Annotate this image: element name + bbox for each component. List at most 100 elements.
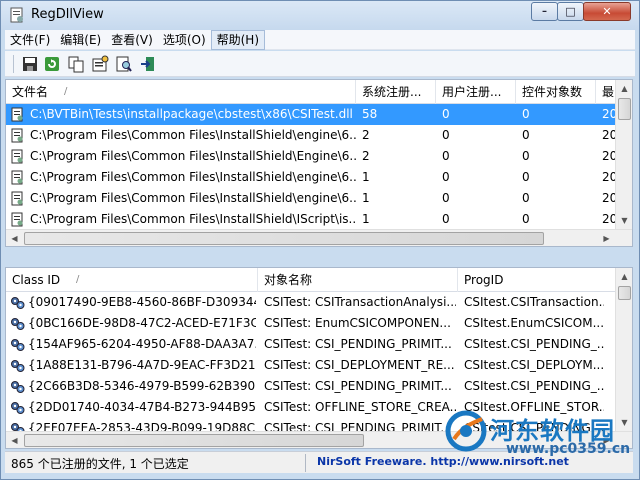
file-cell-last: 20 xyxy=(602,149,616,163)
scroll-down-icon[interactable]: ▼ xyxy=(616,212,632,229)
copy-icon[interactable] xyxy=(67,55,85,73)
scroll-thumb[interactable] xyxy=(24,434,364,447)
object-cell-clsid: {2DD01740-4034-47B4-B273-944B95... xyxy=(28,400,256,414)
dll-file-icon xyxy=(10,128,25,143)
menu-file[interactable]: 文件(F) xyxy=(5,31,55,49)
object-cell-progid: CSItest.CSITransaction... xyxy=(464,295,604,309)
file-cell-file: C:\Program Files\Common Files\InstallShi… xyxy=(30,212,356,226)
scroll-left-icon[interactable]: ◀ xyxy=(6,230,23,246)
file-cell-sys: 1 xyxy=(362,191,370,205)
file-cell-ctrl: 0 xyxy=(522,170,530,184)
com-object-icon xyxy=(10,337,25,352)
file-row[interactable]: C:\Program Files\Common Files\InstallShi… xyxy=(6,125,616,146)
file-cell-ctrl: 0 xyxy=(522,191,530,205)
object-cell-clsid: {0BC166DE-98D8-47C2-ACED-E71F3C... xyxy=(28,316,256,330)
close-button[interactable]: ✕ xyxy=(583,2,631,21)
files-list-header: 文件名 / 系统注册... 用户注册... 控件对象数 最 xyxy=(6,80,616,104)
file-row[interactable]: C:\Program Files\Common Files\InstallShi… xyxy=(6,146,616,167)
files-horizontal-scrollbar[interactable]: ◀ ▶ xyxy=(6,229,632,246)
object-cell-name: CSITest: CSI_PENDING_PRIMIT... xyxy=(264,337,452,351)
title-bar[interactable]: RegDllView – □ ✕ xyxy=(1,1,639,30)
watermark-url: www.pc0359.cn xyxy=(506,441,631,457)
object-cell-progid: CSItest.CSI_PENDING_... xyxy=(464,379,604,393)
scroll-up-icon[interactable]: ▲ xyxy=(616,80,632,97)
file-cell-last: 20 xyxy=(602,191,616,205)
object-cell-clsid: {09017490-9EB8-4560-86BF-D309344... xyxy=(28,295,256,309)
file-cell-sys: 1 xyxy=(362,170,370,184)
toolbar-separator xyxy=(13,55,14,73)
toolbar xyxy=(5,51,635,77)
column-header-class-id[interactable]: Class ID / xyxy=(6,268,258,292)
object-cell-progid: CSItest.CSI_DEPLOYM... xyxy=(464,358,604,372)
file-cell-last: 20 xyxy=(602,212,616,226)
save-icon[interactable] xyxy=(21,55,39,73)
column-header-progid[interactable]: ProgID xyxy=(458,268,618,292)
sort-indicator-icon: / xyxy=(76,274,80,285)
file-cell-user: 0 xyxy=(442,191,450,205)
object-cell-name: CSITest: CSITransactionAnalysi... xyxy=(264,295,456,309)
object-row[interactable]: {0BC166DE-98D8-47C2-ACED-E71F3C... CSITes… xyxy=(6,313,616,334)
menu-bar: 文件(F) 编辑(E) 查看(V) 选项(O) 帮助(H) xyxy=(5,29,635,50)
minimize-icon: – xyxy=(542,6,547,17)
watermark-logo-icon xyxy=(445,410,487,452)
pane-splitter[interactable] xyxy=(5,247,633,267)
file-cell-sys: 58 xyxy=(362,107,378,121)
column-header-object-name[interactable]: 对象名称 xyxy=(258,268,458,292)
file-cell-file: C:\Program Files\Common Files\InstallShi… xyxy=(30,128,356,142)
file-cell-user: 0 xyxy=(442,128,450,142)
com-object-icon xyxy=(10,358,25,373)
files-vertical-scrollbar[interactable]: ▲ ▼ xyxy=(615,80,632,229)
object-cell-progid: CSItest.EnumCSICOM... xyxy=(464,316,604,330)
menu-help[interactable]: 帮助(H) xyxy=(210,29,266,50)
column-header-user-reg[interactable]: 用户注册... xyxy=(436,80,516,104)
scroll-left-icon[interactable]: ◀ xyxy=(6,432,23,448)
files-list[interactable]: 文件名 / 系统注册... 用户注册... 控件对象数 最 C:\BVTBin\… xyxy=(5,79,633,247)
file-cell-user: 0 xyxy=(442,170,450,184)
file-cell-file: C:\Program Files\Common Files\InstallShi… xyxy=(30,149,356,163)
sort-indicator-icon: / xyxy=(64,86,68,97)
column-header-system-reg[interactable]: 系统注册... xyxy=(356,80,436,104)
object-row[interactable]: {154AF965-6204-4950-AF88-DAA3A7... CSITes… xyxy=(6,334,616,355)
object-row[interactable]: {2C66B3D8-5346-4979-B599-62B390... CSITes… xyxy=(6,376,616,397)
scroll-thumb[interactable] xyxy=(618,286,631,300)
minimize-button[interactable]: – xyxy=(531,2,558,21)
file-cell-user: 0 xyxy=(442,107,450,121)
maximize-button[interactable]: □ xyxy=(557,2,584,21)
file-cell-ctrl: 0 xyxy=(522,128,530,142)
menu-edit[interactable]: 编辑(E) xyxy=(55,31,106,49)
scroll-thumb[interactable] xyxy=(618,98,631,120)
menu-view[interactable]: 查看(V) xyxy=(106,31,158,49)
file-cell-sys: 1 xyxy=(362,212,370,226)
scroll-up-icon[interactable]: ▲ xyxy=(616,268,632,285)
file-cell-sys: 2 xyxy=(362,128,370,142)
object-row[interactable]: {1A88E131-B796-4A7D-9EAC-FF3D21... CSITes… xyxy=(6,355,616,376)
exit-icon[interactable] xyxy=(139,55,157,73)
file-row[interactable]: C:\Program Files\Common Files\InstallShi… xyxy=(6,209,616,230)
dll-file-icon xyxy=(10,191,25,206)
column-header-filename[interactable]: 文件名 / xyxy=(6,80,356,104)
object-cell-clsid: {154AF965-6204-4950-AF88-DAA3A7... xyxy=(28,337,256,351)
object-row[interactable]: {09017490-9EB8-4560-86BF-D309344... CSITe… xyxy=(6,292,616,313)
find-icon[interactable] xyxy=(115,55,133,73)
dll-file-icon xyxy=(10,212,25,227)
scroll-thumb[interactable] xyxy=(24,232,544,245)
column-header-control-count[interactable]: 控件对象数 xyxy=(516,80,596,104)
properties-icon[interactable] xyxy=(91,55,109,73)
status-separator xyxy=(305,454,306,472)
file-row[interactable]: C:\Program Files\Common Files\InstallShi… xyxy=(6,188,616,209)
scroll-right-icon[interactable]: ▶ xyxy=(598,230,615,246)
object-cell-name: CSITest: EnumCSICOMPONEN... xyxy=(264,316,451,330)
object-cell-name: CSITest: CSI_DEPLOYMENT_RE... xyxy=(264,358,455,372)
menu-options[interactable]: 选项(O) xyxy=(158,31,211,49)
close-icon: ✕ xyxy=(602,5,612,18)
object-cell-clsid: {2C66B3D8-5346-4979-B599-62B390... xyxy=(28,379,256,393)
file-cell-ctrl: 0 xyxy=(522,212,530,226)
file-row[interactable]: C:\BVTBin\Tests\installpackage\cbstest\x… xyxy=(6,104,616,125)
refresh-icon[interactable] xyxy=(43,55,61,73)
file-cell-last: 20 xyxy=(602,107,616,121)
file-cell-ctrl: 0 xyxy=(522,107,530,121)
column-header-class-id-label: Class ID xyxy=(12,273,61,287)
app-icon xyxy=(10,7,23,23)
maximize-icon: □ xyxy=(565,5,576,18)
file-row[interactable]: C:\Program Files\Common Files\InstallShi… xyxy=(6,167,616,188)
